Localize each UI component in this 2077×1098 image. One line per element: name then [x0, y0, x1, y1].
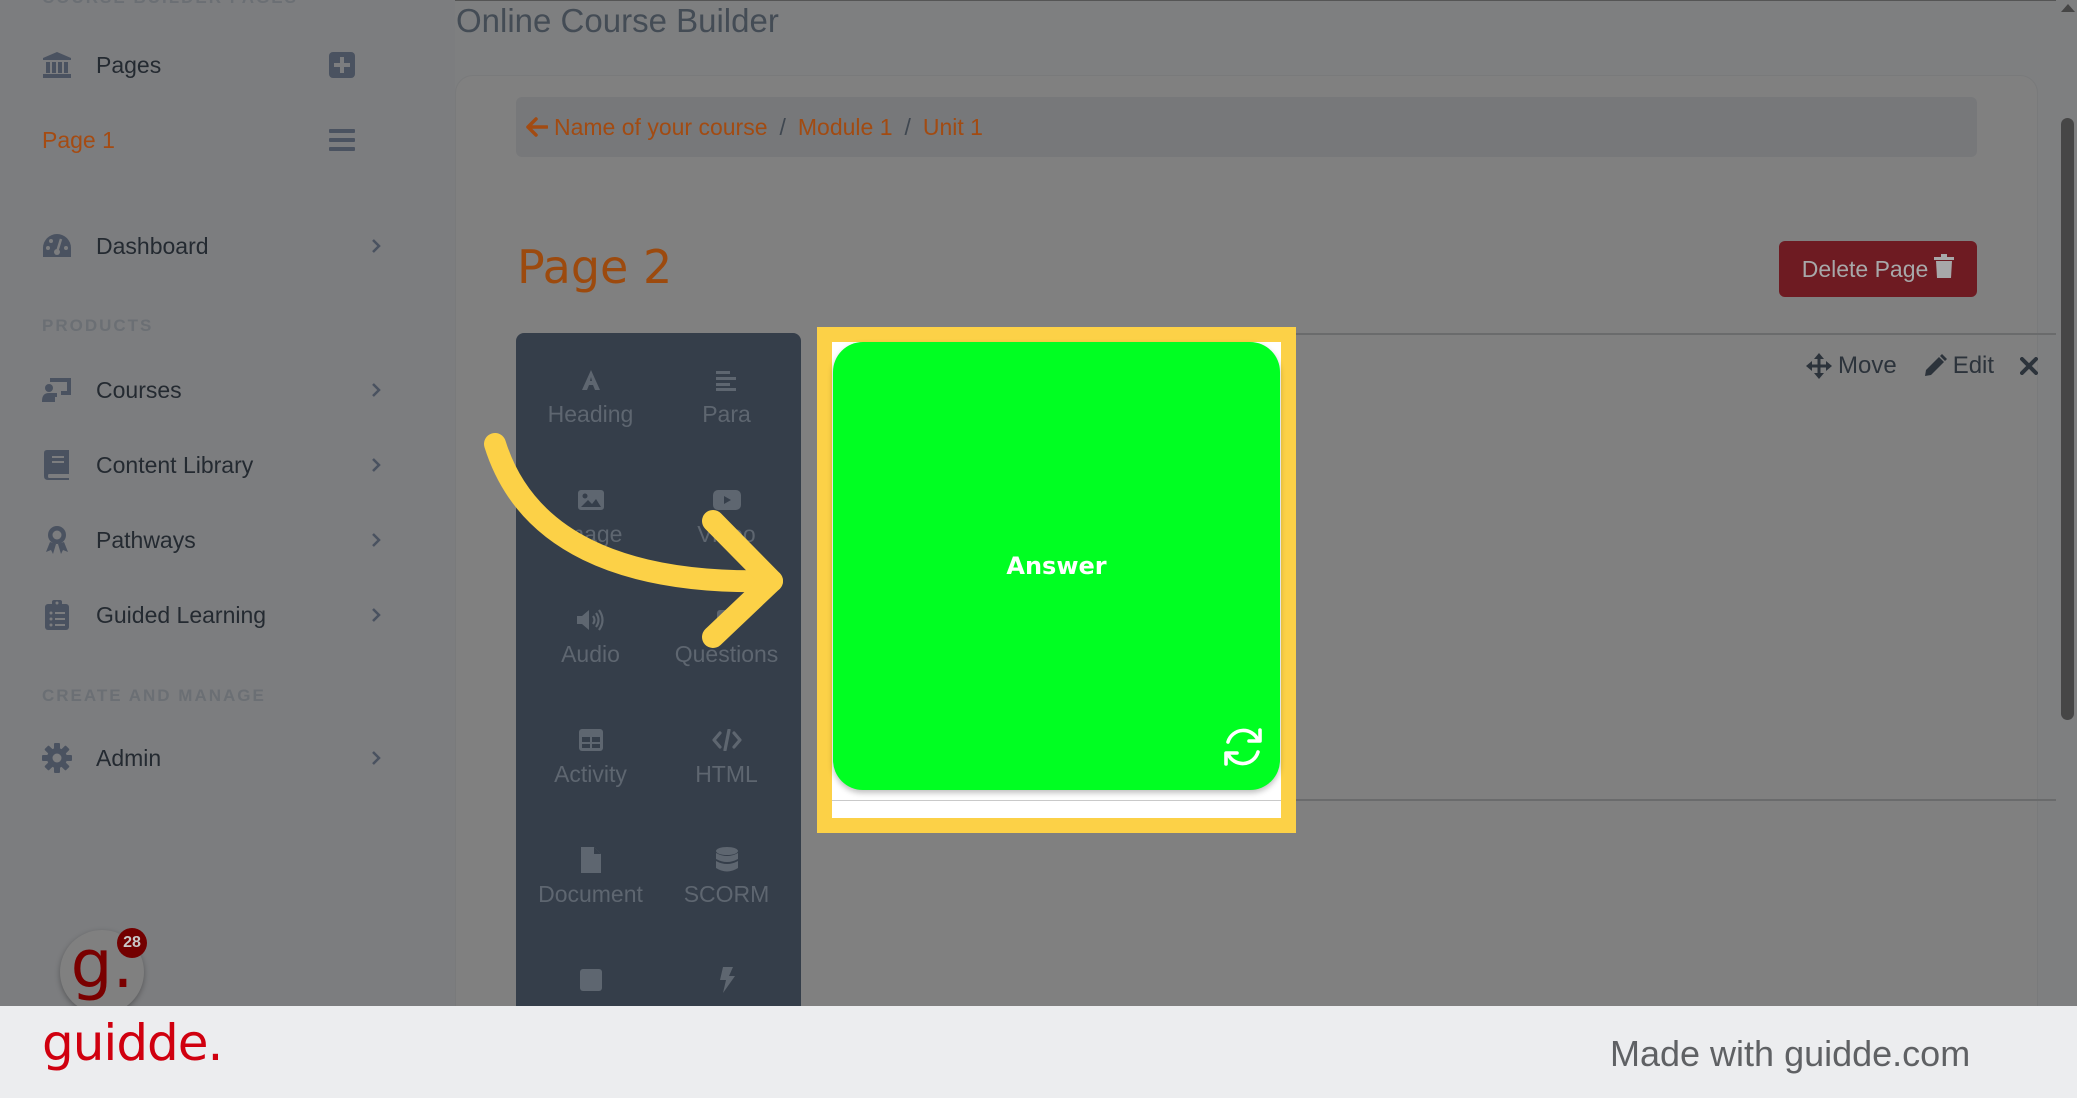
guide-arrow	[484, 433, 783, 648]
guide-arrow-curve	[484, 433, 783, 593]
guidde-badge-count: 28	[117, 928, 147, 958]
made-with-guidde: Made with guidde.com	[1610, 1033, 1971, 1074]
scroll-up-arrow-icon[interactable]	[2061, 4, 2075, 12]
guidde-logo: guidde.	[42, 1014, 223, 1072]
scrollbar-thumb[interactable]	[2061, 118, 2074, 720]
